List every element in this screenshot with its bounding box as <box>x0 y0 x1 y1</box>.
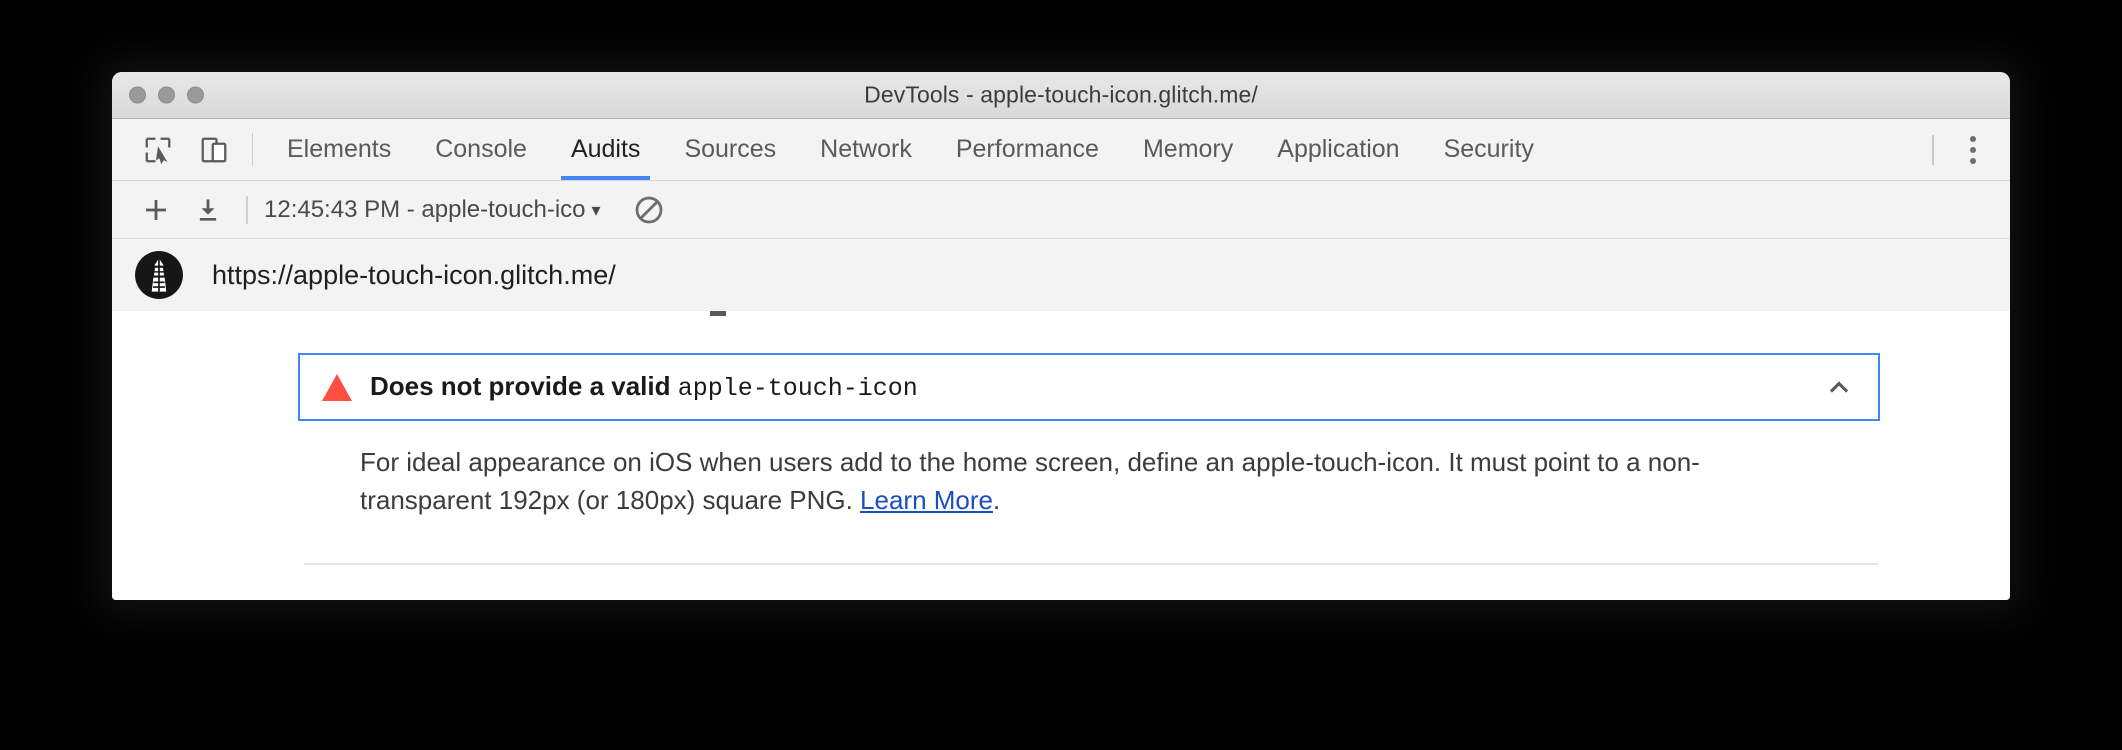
report-url: https://apple-touch-icon.glitch.me/ <box>212 259 616 290</box>
tab-security[interactable]: Security <box>1422 119 1556 180</box>
audit-report-body: Does not provide a valid apple-touch-ico… <box>112 311 2010 600</box>
inspect-element-button[interactable] <box>130 119 186 180</box>
clipped-text-fragment <box>710 311 726 316</box>
audit-description: For ideal appearance on iOS when users a… <box>360 443 1780 520</box>
tab-label: Security <box>1443 135 1534 163</box>
tabbar-right-group <box>1922 119 2010 180</box>
audits-toolbar: 12:45:43 PM - apple-touch-ico ▾ <box>112 181 2010 239</box>
report-selector-value: 12:45:43 PM - apple-touch-ico <box>264 195 586 223</box>
tab-memory[interactable]: Memory <box>1121 119 1255 180</box>
tabbar-right-divider <box>1932 134 1934 165</box>
chevron-down-icon: ▾ <box>591 199 601 220</box>
devtools-tab-list: Elements Console Audits Sources Network … <box>265 119 1922 180</box>
download-icon <box>199 199 217 221</box>
more-options-button[interactable] <box>1956 135 1990 164</box>
tab-label: Console <box>435 135 527 163</box>
kebab-dot <box>1970 146 1976 153</box>
clear-reports-button[interactable] <box>627 194 671 226</box>
tab-label: Sources <box>684 135 777 163</box>
window-title: DevTools - apple-touch-icon.glitch.me/ <box>864 81 1258 108</box>
tab-label: Elements <box>287 135 392 163</box>
tab-label: Audits <box>570 135 641 163</box>
audit-section-divider <box>304 563 1878 565</box>
tab-label: Memory <box>1142 135 1234 163</box>
audit-title-text: Does not provide a valid <box>370 371 678 401</box>
audit-title-code: apple-touch-icon <box>677 374 918 403</box>
tab-elements[interactable]: Elements <box>265 119 413 180</box>
warning-triangle-icon <box>322 373 352 401</box>
import-report-button[interactable] <box>182 189 234 231</box>
devtools-window: DevTools - apple-touch-icon.glitch.me/ E… <box>112 72 2010 600</box>
report-url-row: https://apple-touch-icon.glitch.me/ <box>112 239 2010 311</box>
lighthouse-logo <box>135 251 183 299</box>
tab-label: Application <box>1277 135 1400 163</box>
window-titlebar: DevTools - apple-touch-icon.glitch.me/ <box>112 72 2010 119</box>
tab-network[interactable]: Network <box>798 119 934 180</box>
audit-result-header[interactable]: Does not provide a valid apple-touch-ico… <box>298 353 1880 421</box>
report-selector[interactable]: 12:45:43 PM - apple-touch-ico ▾ <box>264 196 601 224</box>
tab-console[interactable]: Console <box>413 119 549 180</box>
audits-toolbar-divider <box>246 195 248 224</box>
devtools-tabbar: Elements Console Audits Sources Network … <box>112 119 2010 181</box>
new-audit-button[interactable] <box>130 189 182 231</box>
audit-description-suffix: . <box>993 485 1001 516</box>
audit-title: Does not provide a valid apple-touch-ico… <box>370 371 918 403</box>
device-toolbar-icon <box>201 137 227 162</box>
device-toolbar-button[interactable] <box>186 119 242 180</box>
audit-description-text: For ideal appearance on iOS when users a… <box>360 447 1700 516</box>
chevron-up-icon <box>1829 381 1849 393</box>
inspect-element-icon <box>145 137 171 164</box>
tab-application[interactable]: Application <box>1255 119 1421 180</box>
kebab-dot <box>1970 135 1976 142</box>
tab-performance[interactable]: Performance <box>934 119 1121 180</box>
tab-label: Network <box>820 135 912 163</box>
tab-label: Performance <box>955 135 1099 163</box>
plus-icon <box>146 199 166 220</box>
learn-more-link[interactable]: Learn More <box>860 485 993 515</box>
no-entry-icon <box>635 196 662 223</box>
screenshot-canvas: DevTools - apple-touch-icon.glitch.me/ E… <box>0 0 2122 750</box>
tabbar-divider <box>252 133 253 166</box>
collapse-toggle-button[interactable] <box>1824 372 1854 402</box>
tab-sources[interactable]: Sources <box>662 119 798 180</box>
tab-audits[interactable]: Audits <box>549 119 662 180</box>
kebab-dot <box>1970 157 1976 164</box>
